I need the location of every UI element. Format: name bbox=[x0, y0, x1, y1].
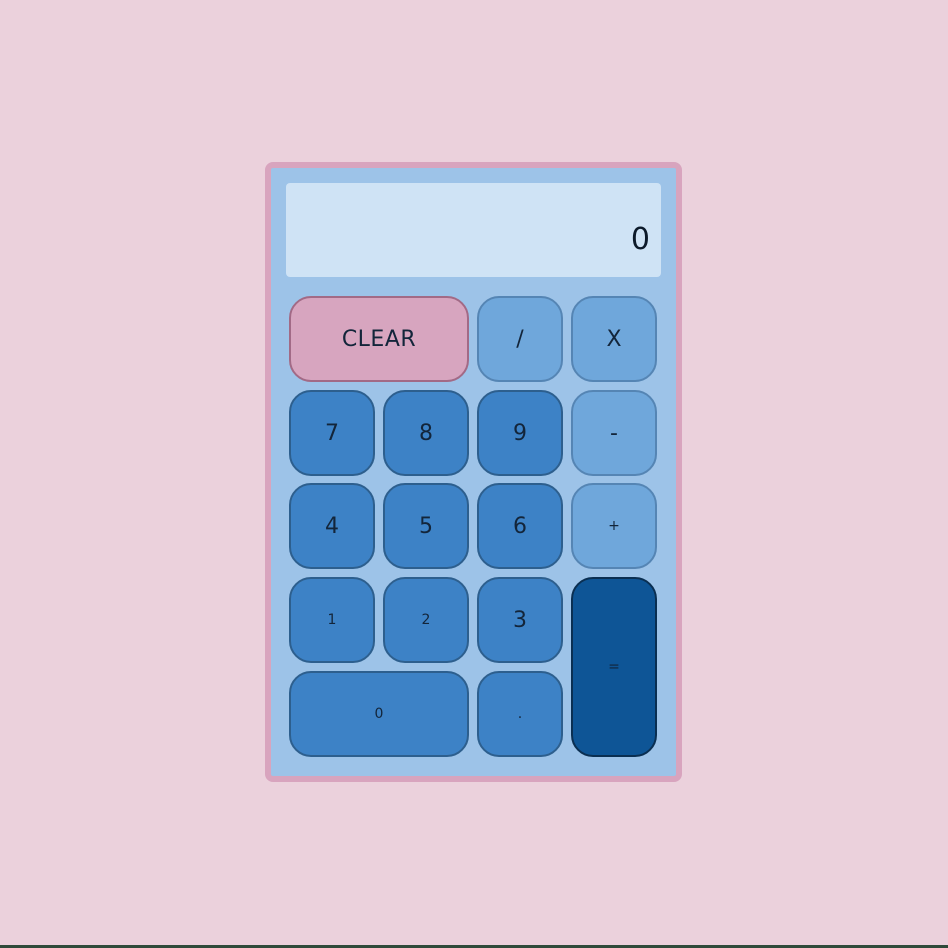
multiply-button[interactable]: X bbox=[571, 296, 657, 382]
display-value: 0 bbox=[630, 222, 650, 257]
calculator-display: 0 bbox=[286, 183, 661, 277]
six-button[interactable]: 6 bbox=[477, 483, 563, 569]
decimal-button[interactable]: . bbox=[477, 671, 563, 757]
seven-button[interactable]: 7 bbox=[289, 390, 375, 476]
two-button[interactable]: 2 bbox=[383, 577, 469, 663]
equals-button[interactable]: = bbox=[571, 577, 657, 757]
minus-button[interactable]: - bbox=[571, 390, 657, 476]
plus-button[interactable]: + bbox=[571, 483, 657, 569]
four-button[interactable]: 4 bbox=[289, 483, 375, 569]
three-button[interactable]: 3 bbox=[477, 577, 563, 663]
nine-button[interactable]: 9 bbox=[477, 390, 563, 476]
divide-button[interactable]: / bbox=[477, 296, 563, 382]
calculator: 0 CLEAR / X 7 8 9 - 4 5 6 + 1 2 3 = 0 . bbox=[265, 162, 682, 782]
eight-button[interactable]: 8 bbox=[383, 390, 469, 476]
five-button[interactable]: 5 bbox=[383, 483, 469, 569]
zero-button[interactable]: 0 bbox=[289, 671, 469, 757]
clear-button[interactable]: CLEAR bbox=[289, 296, 469, 382]
one-button[interactable]: 1 bbox=[289, 577, 375, 663]
